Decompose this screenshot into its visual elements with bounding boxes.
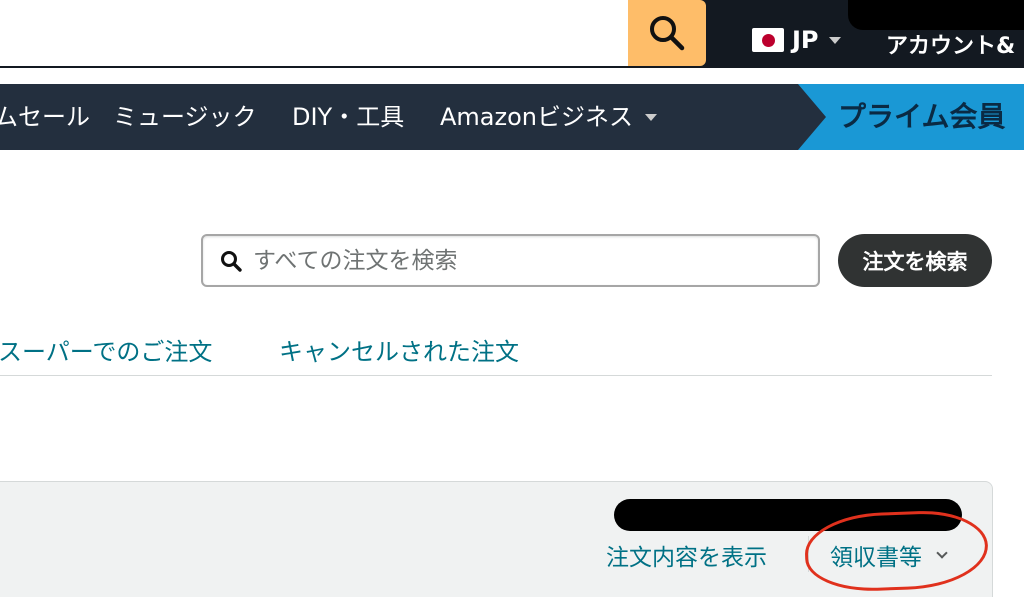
order-search-input[interactable] xyxy=(253,247,793,274)
order-search-button[interactable]: 注文を検索 xyxy=(838,234,992,287)
site-search-button[interactable] xyxy=(628,0,706,66)
site-search-field[interactable] xyxy=(0,0,628,66)
view-order-details-link[interactable]: 注文内容を表示 xyxy=(606,538,767,572)
search-icon xyxy=(221,250,242,272)
prime-banner-label: プライム会員 xyxy=(838,100,1006,133)
nav-item-music[interactable]: ミュージック xyxy=(113,84,257,150)
tab-divider xyxy=(0,375,992,376)
chevron-down-icon xyxy=(828,36,841,44)
nav-item-sale[interactable]: ムセール xyxy=(0,84,90,150)
redaction-bar xyxy=(848,0,1024,30)
nav-item-amazon-business[interactable]: Amazonビジネス xyxy=(440,84,657,150)
nav-item-amazon-business-label: Amazonビジネス xyxy=(440,103,633,131)
tab-supermarket-orders[interactable]: スーパーでのご注文 xyxy=(0,332,212,367)
language-label: JP xyxy=(792,26,819,54)
chevron-down-icon xyxy=(645,113,657,121)
nav-item-diy[interactable]: DIY・工具 xyxy=(292,84,404,150)
order-search-box xyxy=(201,234,820,287)
top-header: JP アカウント& xyxy=(0,0,1024,68)
japan-flag-icon xyxy=(752,28,784,52)
tab-cancelled-orders[interactable]: キャンセルされた注文 xyxy=(279,332,519,367)
account-menu[interactable]: アカウント& xyxy=(886,28,1015,60)
language-selector[interactable]: JP xyxy=(752,22,841,58)
search-icon xyxy=(650,16,685,51)
